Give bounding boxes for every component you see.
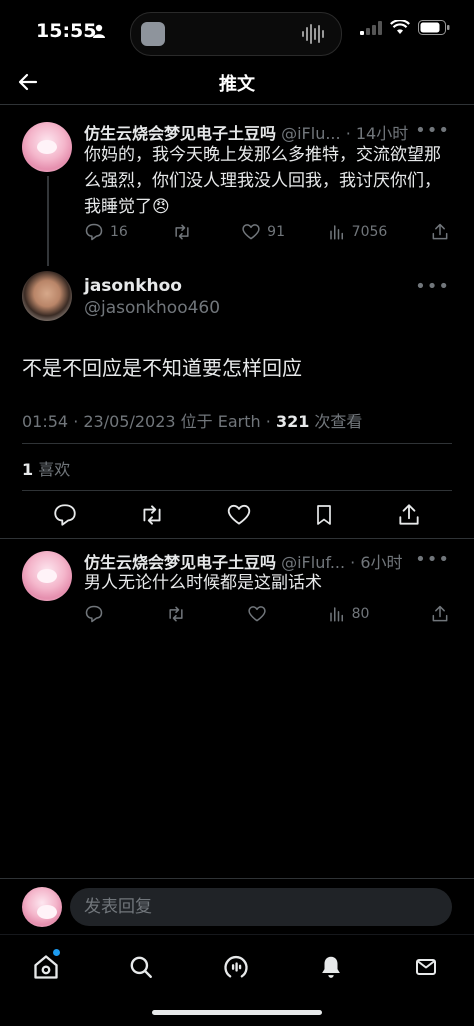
retweet-icon[interactable] [138,502,166,528]
page-title: 推文 [219,74,255,95]
tweet-timestamp: 01:54 · 23/05/2023 位于 Earth · [22,412,276,431]
tweet-author-line[interactable]: 仿生云烧会梦见电子土豆吗 @iFlu... · 14小时 [84,120,408,144]
tab-home[interactable] [28,949,64,985]
likes-summary[interactable]: 1 喜欢 [22,456,70,480]
reply-button[interactable] [84,604,104,624]
dynamic-island[interactable] [130,12,342,56]
cellular-signal-icon [360,20,382,35]
main-tweet-actions [52,502,422,528]
author-name[interactable]: jasonkhoo [84,276,182,296]
likes-label: 喜欢 [33,460,71,479]
person-icon [93,24,105,38]
tweet-time: · 14小时 [345,124,409,143]
status-icons [360,20,450,35]
tweet-actions: 80 [84,604,450,624]
spaces-icon [224,955,248,978]
tab-notifications[interactable] [313,949,349,985]
views-button[interactable]: 80 [328,605,370,623]
more-icon[interactable]: ••• [415,120,450,141]
wifi-icon [390,20,410,34]
views-button[interactable]: 7056 [328,223,388,241]
author-handle[interactable]: @iFlu... [281,124,341,143]
share-button[interactable] [430,604,450,624]
avatar[interactable] [22,271,72,321]
app-icon [141,22,165,46]
views-count: 321 [275,412,310,431]
share-icon [432,223,448,240]
reply-icon [85,223,103,241]
reply-composer-bar: 发表回复 [0,878,474,935]
likes-count: 1 [22,460,34,479]
status-time: 15:55 [36,20,97,42]
tweet-actions: 16 91 7056 [84,222,450,242]
share-icon[interactable] [396,502,422,528]
reply-count: 16 [110,224,128,240]
author-handle[interactable]: @jasonkhoo460 [84,298,220,318]
divider [0,538,474,539]
share-button[interactable] [430,222,450,242]
heart-icon [242,224,260,240]
like-button[interactable]: 91 [241,222,285,242]
tweet-text: 男人无论什么时候都是这副话术 [84,573,322,593]
tweet-text: 不是不回应是不知道要怎样回应 [22,356,302,380]
mail-icon [416,959,436,975]
view-count: 80 [351,606,370,622]
thread-connector [47,176,49,266]
battery-icon [418,20,450,35]
tab-spaces[interactable] [218,949,254,985]
reply-icon[interactable] [52,502,78,528]
divider [22,490,452,491]
divider [22,443,452,444]
tab-messages[interactable] [408,949,444,985]
tweet-detail-screen: 15:55 推文 仿生云烧会梦见电子土豆吗 @iFlu... · 14小时 你妈… [0,0,474,1026]
author-name[interactable]: 仿生云烧会梦见电子土豆吗 [84,124,276,143]
view-count: 7056 [351,224,388,240]
analytics-icon [329,225,343,240]
analytics-icon [329,607,343,622]
bookmark-icon[interactable] [312,502,336,528]
status-bar: 15:55 [0,0,474,64]
tweet-meta: 01:54 · 23/05/2023 位于 Earth · 321 次查看 [22,408,362,432]
home-icon [34,955,58,979]
reply-button[interactable]: 16 [84,222,128,242]
heart-icon [248,606,266,622]
like-button[interactable] [247,604,267,624]
notification-dot [53,949,60,956]
heart-icon[interactable] [226,502,252,528]
home-indicator[interactable] [152,1010,322,1015]
reply-icon [85,605,103,623]
tweet-text: 你妈的，我今天晚上发那么多推特，交流欲望那么强烈，你们没人理我没人回我，我讨厌你… [84,145,441,217]
reply-input[interactable]: 发表回复 [70,888,452,926]
avatar[interactable] [22,551,72,601]
retweet-button[interactable] [165,604,187,624]
avatar [22,887,62,927]
avatar[interactable] [22,122,72,172]
bell-icon [322,956,340,978]
like-count: 91 [267,224,285,240]
share-icon [432,605,448,622]
retweet-button[interactable] [171,222,199,242]
tab-search[interactable] [123,949,159,985]
retweet-icon [168,606,183,622]
more-icon[interactable]: ••• [415,549,450,570]
more-icon[interactable]: ••• [415,276,450,297]
search-icon [130,956,152,978]
views-label: 次查看 [309,412,363,431]
top-nav: 推文 [0,64,474,105]
retweet-icon [174,224,189,240]
audio-wave-icon [302,24,324,44]
